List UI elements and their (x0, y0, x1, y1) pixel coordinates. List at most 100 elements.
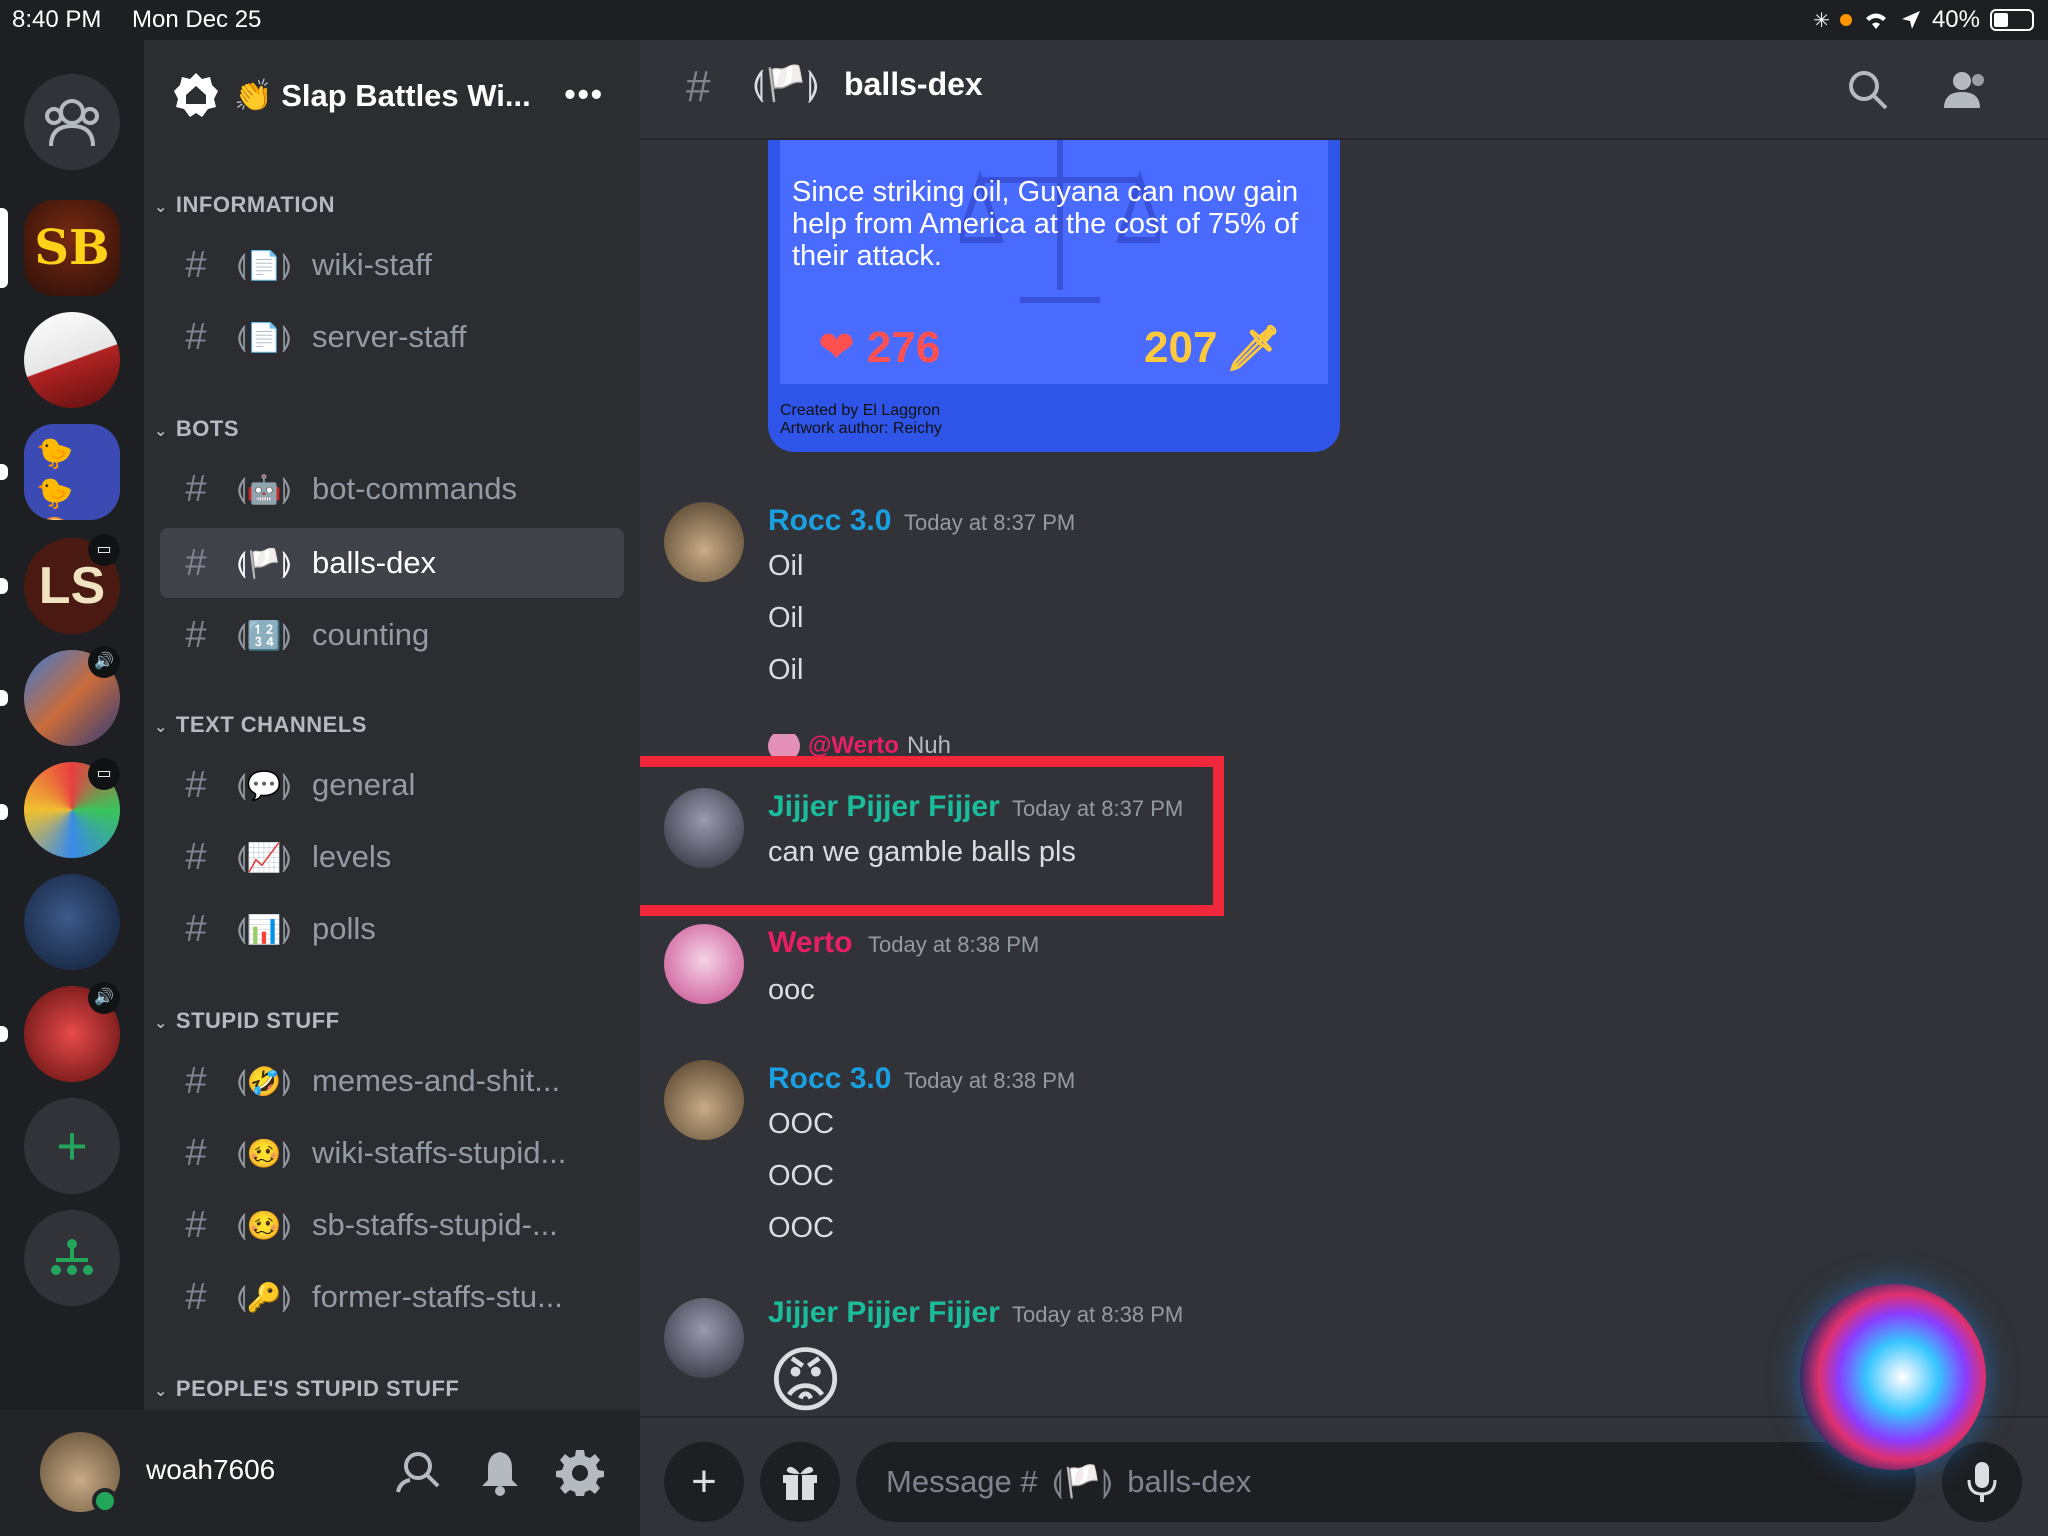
gift-icon (783, 1466, 817, 1500)
server-rail: SB 🐤 🐤🍪 LS ▭ 🔊 ▭ 🔊 + (0, 40, 144, 1536)
reply-mention: @Werto (808, 734, 899, 758)
channel-general[interactable]: # ⟬ 💬 ⟭ general (160, 750, 624, 820)
server-name: 👏 Slap Battles Wi... (234, 77, 531, 113)
channel-wiki-staffs-stupid[interactable]: # ⟬ 🥴 ⟭ wiki-staffs-stupid... (160, 1118, 624, 1188)
unread-indicator (0, 578, 8, 594)
message-text: Oil (768, 654, 804, 686)
channel-wiki-staff[interactable]: # ⟬ 📄 ⟭ wiki-staff (160, 230, 624, 300)
card-attack: 207 🗡 (1144, 323, 1282, 373)
search-icon[interactable] (1846, 68, 1890, 112)
channel-sb-staffs-stupid[interactable]: # ⟬ 🥴 ⟭ sb-staffs-stupid-... (160, 1190, 624, 1260)
message-timestamp: Today at 8:38 PM (868, 932, 1040, 957)
user-panel: woah7606 (0, 1410, 640, 1536)
message-author[interactable]: Werto (768, 926, 852, 960)
card-credits: Created by El Laggron Artwork author: Rei… (780, 402, 942, 437)
chevron-down-icon: ⌄ (154, 199, 168, 216)
category-label: BOTS (175, 416, 240, 441)
ballsdex-card-embed[interactable]: Since striking oil, Guyana can now gain … (768, 140, 1340, 452)
channel-polls[interactable]: # ⟬ 📊 ⟭ polls (160, 894, 624, 964)
channel-balls-dex[interactable]: # ⟬ 🏳️ ⟭ balls-dex (160, 528, 624, 598)
channel-emoji: ⟬ 💬 ⟭ (236, 768, 292, 801)
message-author[interactable]: Rocc 3.0 (768, 1062, 891, 1096)
hash-icon: # (185, 1059, 207, 1102)
channel-emoji: ⟬ 🔢 ⟭ (236, 618, 292, 651)
channel-bot-commands[interactable]: # ⟬ 🤖 ⟭ bot-commands (160, 454, 624, 524)
status-right: ✳ 40% (1813, 6, 2034, 34)
channel-levels[interactable]: # ⟬ 📈 ⟭ levels (160, 822, 624, 892)
server-slap-remaster[interactable] (24, 312, 120, 408)
message-text: OOC (768, 1212, 835, 1244)
channel-name: memes-and-shit... (312, 1063, 561, 1098)
add-attachment-button[interactable]: + (664, 1442, 744, 1522)
message-author[interactable]: Rocc 3.0 (768, 504, 891, 538)
status-bar: 8:40 PM Mon Dec 25 ✳ 40% (0, 0, 2048, 40)
members-icon[interactable] (1942, 68, 1986, 112)
reply-preview[interactable]: @Werto Nuh (768, 734, 951, 758)
channel-name: former-staffs-stu... (312, 1279, 563, 1314)
category-peoples-stupid-stuff[interactable]: ⌄ PEOPLE'S STUPID STUFF (154, 1376, 459, 1402)
channel-emoji: ⟬ 📄 ⟭ (236, 248, 292, 281)
channel-name: balls-dex (312, 545, 437, 580)
community-home-icon (174, 73, 218, 117)
siri-orb-icon[interactable] (1800, 1284, 1986, 1470)
channel-server-staff[interactable]: # ⟬ 📄 ⟭ server-staff (160, 302, 624, 372)
direct-messages-button[interactable] (24, 74, 120, 170)
message-author[interactable]: Jijjer Pijjer Fijjer (768, 1296, 1000, 1330)
friends-icon (45, 99, 99, 147)
category-bots[interactable]: ⌄ BOTS (154, 416, 239, 442)
explore-servers-button[interactable] (24, 1210, 120, 1306)
hash-icon: # (185, 541, 207, 584)
add-server-button[interactable]: + (24, 1098, 120, 1194)
avatar[interactable] (664, 924, 744, 1004)
channel-memes[interactable]: # ⟬ 🤣 ⟭ memes-and-shit... (160, 1046, 624, 1116)
server-more-icon[interactable]: ••• (564, 76, 604, 113)
channel-emoji: ⟬ 📊 ⟭ (236, 912, 292, 945)
hash-icon: # (185, 835, 207, 878)
server-header[interactable]: 👏 Slap Battles Wi... ••• (144, 40, 640, 150)
server-emoji-group[interactable]: 🐤 🐤🍪 (24, 424, 120, 520)
voice-badge-icon: 🔊 (88, 982, 120, 1014)
channel-name: polls (312, 911, 376, 946)
category-text-channels[interactable]: ⌄ TEXT CHANNELS (154, 712, 367, 738)
category-stupid-stuff[interactable]: ⌄ STUPID STUFF (154, 1008, 340, 1034)
channel-emoji: ⟬ 🤖 ⟭ (236, 472, 292, 505)
voice-badge-icon: 🔊 (88, 646, 120, 678)
gear-icon[interactable] (554, 1446, 606, 1498)
channel-name: bot-commands (312, 471, 518, 506)
microphone-icon (1967, 1462, 1997, 1502)
location-arrow-icon (1901, 11, 1920, 29)
hash-icon: # (185, 763, 207, 806)
channel-emoji: ⟬🏳️⟭ (752, 65, 820, 103)
category-information[interactable]: ⌄ INFORMATION (154, 192, 335, 218)
username[interactable]: woah7606 (146, 1454, 275, 1486)
wifi-icon (1865, 13, 1886, 29)
channel-title: balls-dex (844, 66, 983, 102)
selected-server-indicator (0, 208, 8, 288)
server-sb-wiki[interactable]: SB (24, 200, 120, 296)
gift-button[interactable] (760, 1442, 840, 1522)
channel-emoji: ⟬ 🤣 ⟭ (236, 1064, 292, 1097)
category-label: TEXT CHANNELS (175, 712, 367, 737)
channel-emoji: ⟬ 🔑 ⟭ (236, 1280, 292, 1313)
avatar[interactable] (664, 1060, 744, 1140)
channel-name: counting (312, 617, 430, 652)
voice-message-button[interactable] (1942, 1442, 2022, 1522)
message-timestamp: Today at 8:37 PM (904, 510, 1076, 535)
channel-counting[interactable]: # ⟬ 🔢 ⟭ counting (160, 600, 624, 670)
sword-icon: 🗡 (1225, 324, 1282, 373)
avatar[interactable] (664, 502, 744, 582)
hash-icon: # (185, 243, 207, 286)
search-people-icon[interactable] (392, 1446, 444, 1498)
message-input[interactable]: Message # ⟬🏳️⟭ balls-dex (856, 1442, 1916, 1522)
unread-indicator (0, 804, 8, 820)
hash-icon: # (185, 907, 207, 950)
message-timestamp: Today at 8:38 PM (904, 1068, 1076, 1093)
avatar[interactable] (664, 1298, 744, 1378)
category-label: PEOPLE'S STUPID STUFF (175, 1376, 460, 1401)
bell-icon[interactable] (474, 1446, 526, 1498)
channel-former-staffs[interactable]: # ⟬ 🔑 ⟭ former-staffs-stu... (160, 1262, 624, 1332)
heart-icon: ❤ (818, 323, 855, 372)
server-seal[interactable] (24, 874, 120, 970)
hash-icon: # (185, 613, 207, 656)
channel-name: general (312, 767, 416, 802)
